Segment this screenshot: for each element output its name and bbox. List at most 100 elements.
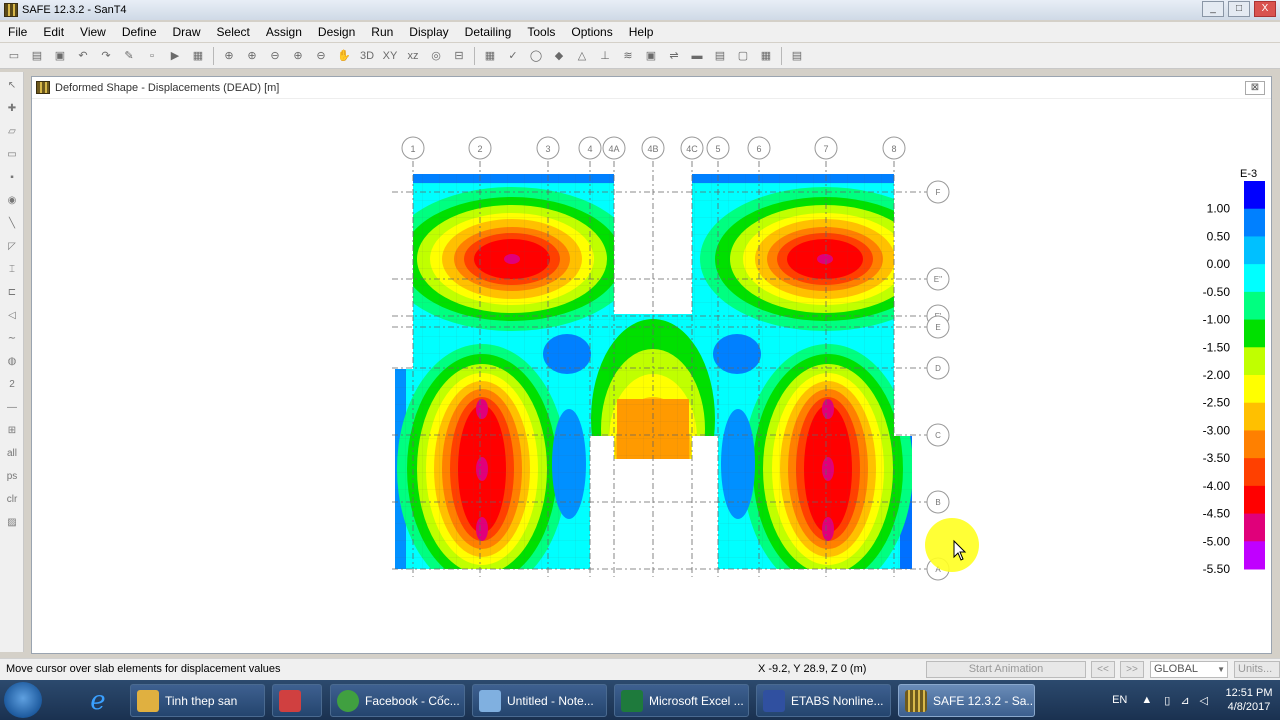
zoom-window-icon[interactable]: ⊕ [219,46,239,66]
open-file-icon[interactable]: ▤ [27,46,47,66]
menu-file[interactable]: File [0,22,35,42]
pointer-icon[interactable]: ↖ [2,75,22,95]
strip-forces-icon[interactable]: ▬ [687,46,707,66]
pencil-icon[interactable]: ✎ [119,46,139,66]
taskbar-app-safe[interactable]: SAFE 12.3.2 - Sa... [898,684,1035,717]
draw-tendon-icon[interactable]: ⊏ [2,282,22,302]
run-analysis-icon[interactable]: ▦ [188,46,208,66]
deformed-shape-plot[interactable]: 12344A4B4C5678 FE''E'EDCBA E-3 1.000.500… [32,99,1271,653]
legend-color-segment [1244,375,1265,404]
draw-beam-icon[interactable]: ╲ [2,213,22,233]
dimension-icon[interactable]: ∼ [2,328,22,348]
view-xy-button[interactable]: XY [380,46,400,66]
menu-display[interactable]: Display [401,22,456,42]
new-file-icon[interactable]: ▭ [4,46,24,66]
minimize-button[interactable]: _ [1202,1,1224,17]
canvas-close-button[interactable]: ⊠ [1245,81,1265,95]
language-indicator[interactable]: EN [1112,694,1127,706]
reactions-icon[interactable]: ▤ [710,46,730,66]
taskbar-app-folder[interactable]: Tinh thep san [130,684,265,717]
snap-icon[interactable]: ▨ [2,512,22,532]
draw-point-icon[interactable]: ◉ [2,190,22,210]
legend-label: -1.50 [1203,340,1231,354]
beam-forces-icon[interactable]: ⇌ [664,46,684,66]
menu-assign[interactable]: Assign [258,22,310,42]
draw-slab-icon[interactable]: ▱ [2,121,22,141]
menu-draw[interactable]: Draw [165,22,209,42]
volume-icon[interactable]: ◁ [1200,694,1208,707]
zoom-previous-icon[interactable]: ⊖ [311,46,331,66]
close-button[interactable]: X [1254,1,1276,17]
draw-wall-icon[interactable]: ◸ [2,236,22,256]
battery-icon[interactable]: ▯ [1164,694,1170,707]
clear-selection-button[interactable]: clr [2,489,22,509]
menu-view[interactable]: View [72,22,114,42]
tray-expand-icon[interactable]: ▲ [1141,694,1152,706]
taskbar-app-tool[interactable] [272,684,322,717]
zoom-fit-icon[interactable]: ⊕ [288,46,308,66]
coordinate-system-select[interactable]: GLOBAL ▼ [1150,661,1228,678]
menu-design[interactable]: Design [310,22,363,42]
draw-strip-icon[interactable]: ⌶ [2,259,22,279]
menu-detailing[interactable]: Detailing [457,22,520,42]
object-shrink-icon[interactable]: ⊟ [449,46,469,66]
network-icon[interactable]: ⊿ [1180,694,1189,707]
pan-icon[interactable]: ✋ [334,46,354,66]
run-icon[interactable]: ▶ [165,46,185,66]
lock-icon[interactable]: ▫ [142,46,162,66]
previous-button[interactable]: << [1091,661,1115,678]
support-icon[interactable]: ⊥ [595,46,615,66]
view-3d-button[interactable]: 3D [357,46,377,66]
legend-color-segment [1244,513,1265,542]
next-button[interactable]: >> [1120,661,1144,678]
deformed-shape-icon[interactable]: ≋ [618,46,638,66]
line-select-icon[interactable]: ― [2,397,22,417]
pointer-select-icon[interactable]: ◍ [2,351,22,371]
draw-column-icon[interactable]: ▪ [2,167,22,187]
diamond-icon[interactable]: ◆ [549,46,569,66]
taskbar-app-notepad[interactable]: Untitled - Note... [472,684,607,717]
check-icon[interactable]: ✓ [503,46,523,66]
menu-tools[interactable]: Tools [519,22,563,42]
previous-selection-button[interactable]: ps [2,466,22,486]
maximize-button[interactable]: □ [1228,1,1250,17]
start-animation-button[interactable]: Start Animation [926,661,1086,678]
zoom-in-icon[interactable]: ⊕ [242,46,262,66]
table-icon[interactable]: ▦ [756,46,776,66]
save-icon[interactable]: ▣ [50,46,70,66]
menu-select[interactable]: Select [209,22,258,42]
rotate-icon[interactable]: ◎ [426,46,446,66]
select-two-icon[interactable]: 2 [2,374,22,394]
grid-select-icon[interactable]: ⊞ [2,420,22,440]
menu-help[interactable]: Help [621,22,662,42]
start-button[interactable] [4,682,42,718]
draw-design-strip-icon[interactable]: ◁ [2,305,22,325]
view-window-icon [36,81,50,94]
legend-color-segment [1244,208,1265,237]
taskbar-app-etabs[interactable]: ETABS Nonline... [756,684,891,717]
display-tables-icon[interactable]: ▤ [787,46,807,66]
clock[interactable]: 12:51 PM 4/8/2017 [1218,686,1280,714]
undo-icon[interactable]: ↶ [73,46,93,66]
ie-icon[interactable]: e [74,684,122,717]
status-bar: Move cursor over slab elements for displ… [0,658,1280,680]
taskbar-app-browser[interactable]: Facebook - Cốc... [330,684,465,717]
menu-run[interactable]: Run [363,22,401,42]
slab-forces-icon[interactable]: ▣ [641,46,661,66]
reshape-icon[interactable]: ✚ [2,98,22,118]
taskbar-app-excel[interactable]: Microsoft Excel ... [614,684,749,717]
redo-icon[interactable]: ↷ [96,46,116,66]
draw-rectangle-icon[interactable]: ▭ [2,144,22,164]
legend-label: 0.00 [1207,257,1231,271]
circle-icon[interactable]: ◯ [526,46,546,66]
triangle-icon[interactable]: △ [572,46,592,66]
set-display-icon[interactable]: ▦ [480,46,500,66]
units-button[interactable]: Units... [1234,661,1280,678]
menu-options[interactable]: Options [563,22,620,42]
menu-define[interactable]: Define [114,22,165,42]
punching-icon[interactable]: ▢ [733,46,753,66]
view-xz-button[interactable]: xz [403,46,423,66]
select-all-button[interactable]: all [2,443,22,463]
zoom-out-icon[interactable]: ⊖ [265,46,285,66]
menu-edit[interactable]: Edit [35,22,72,42]
